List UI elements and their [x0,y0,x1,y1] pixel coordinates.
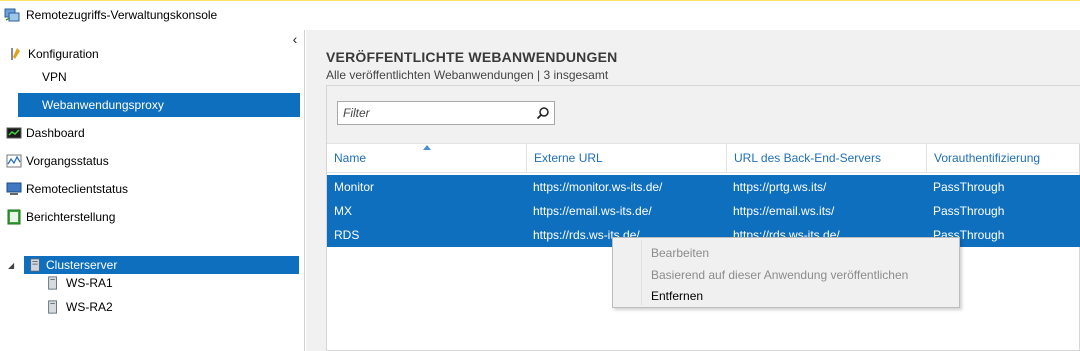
status-chart-icon [6,154,22,168]
nav-label: Konfiguration [28,47,99,61]
tree-item-ws-ra1[interactable]: WS-RA1 [46,274,246,292]
nav-item-remoteclientstatus[interactable]: Remoteclientstatus [6,177,286,201]
column-header-preauth[interactable]: Vorauthentifizierung [927,144,1080,172]
cell-external-url: https://email.ws-its.de/ [533,204,652,218]
tree-label: WS-RA2 [66,300,113,314]
page-subtitle: Alle veröffentlichten Webanwendungen | 3… [326,68,609,82]
cell-external-url: https://monitor.ws-its.de/ [533,180,663,194]
menu-gutter [641,240,642,305]
filter-input[interactable]: Filter [337,101,555,125]
column-header-external-url[interactable]: Externe URL [527,144,727,172]
tree-expand-toggle[interactable]: ◢ [8,256,22,274]
server-icon [48,276,57,290]
remote-access-console-icon [4,8,20,22]
window-title: Remotezugriffs-Verwaltungskonsole [26,8,218,22]
applications-panel: Filter Name Externe URL URL des Back-End… [326,85,1080,351]
nav-item-vpn[interactable]: VPN [42,65,282,89]
filter-placeholder: Filter [343,106,370,120]
navigation-pane: ‹ Konfiguration VPN Webanwendungsproxy D… [0,30,305,351]
cell-backend-url: https://prtg.ws.its/ [733,180,827,194]
nav-item-berichterstellung[interactable]: Berichterstellung [6,205,286,229]
tree-item-ws-ra2[interactable]: WS-RA2 [46,298,246,316]
table-row[interactable]: MX https://email.ws-its.de/ https://emai… [327,199,1080,223]
title-bar: Remotezugriffs-Verwaltungskonsole [0,0,1080,30]
nav-item-webanwendungsproxy[interactable]: Webanwendungsproxy [18,93,300,117]
menu-item-bearbeiten[interactable]: Bearbeiten [651,246,709,260]
menu-item-entfernen[interactable]: Entfernen [651,289,703,303]
server-cluster-icon [30,258,40,272]
cell-backend-url: https://email.ws.its/ [733,204,835,218]
search-icon[interactable] [536,106,550,120]
nav-item-konfiguration[interactable]: Konfiguration [8,42,288,66]
nav-label: Remoteclientstatus [26,182,129,196]
nav-item-vorgangsstatus[interactable]: Vorgangsstatus [6,149,286,173]
nav-label: Berichterstellung [26,210,116,224]
computer-icon [6,182,22,195]
tree-label: Clusterserver [46,258,118,272]
column-header-name[interactable]: Name [327,144,527,172]
column-header-backend-url[interactable]: URL des Back-End-Servers [727,144,927,172]
table-row[interactable]: Monitor https://monitor.ws-its.de/ https… [327,175,1080,199]
column-label: Externe URL [534,151,603,165]
menu-item-publish-based-on[interactable]: Basierend auf dieser Anwendung veröffent… [651,268,908,282]
column-label: URL des Back-End-Servers [734,151,881,165]
collapse-pane-button[interactable]: ‹ [286,30,304,48]
server-icon [48,300,57,314]
expand-arrow-icon: ◢ [8,260,15,270]
nav-item-dashboard[interactable]: Dashboard [6,121,286,145]
cell-name: Monitor [334,180,375,194]
tree-label: WS-RA1 [66,276,113,290]
tools-icon [11,48,20,60]
column-label: Vorauthentifizierung [934,151,1041,165]
nav-label: VPN [42,70,67,84]
nav-label: Vorgangsstatus [26,154,109,168]
header-divider [327,172,1080,173]
filter-bar: Filter [327,86,1080,144]
cell-name: MX [334,204,352,218]
nav-label: Webanwendungsproxy [42,98,164,112]
cell-name: RDS [334,228,360,242]
cell-preauth: PassThrough [933,204,1005,218]
tree-item-clusterserver[interactable]: Clusterserver [24,256,299,274]
column-label: Name [334,151,367,165]
cell-preauth: PassThrough [933,180,1005,194]
page-title: VERÖFFENTLICHTE WEBANWENDUNGEN [326,49,618,65]
context-menu: Bearbeiten Basierend auf dieser Anwendun… [612,237,960,308]
report-icon [7,209,21,225]
nav-label: Dashboard [26,126,85,140]
dashboard-icon [6,127,22,139]
